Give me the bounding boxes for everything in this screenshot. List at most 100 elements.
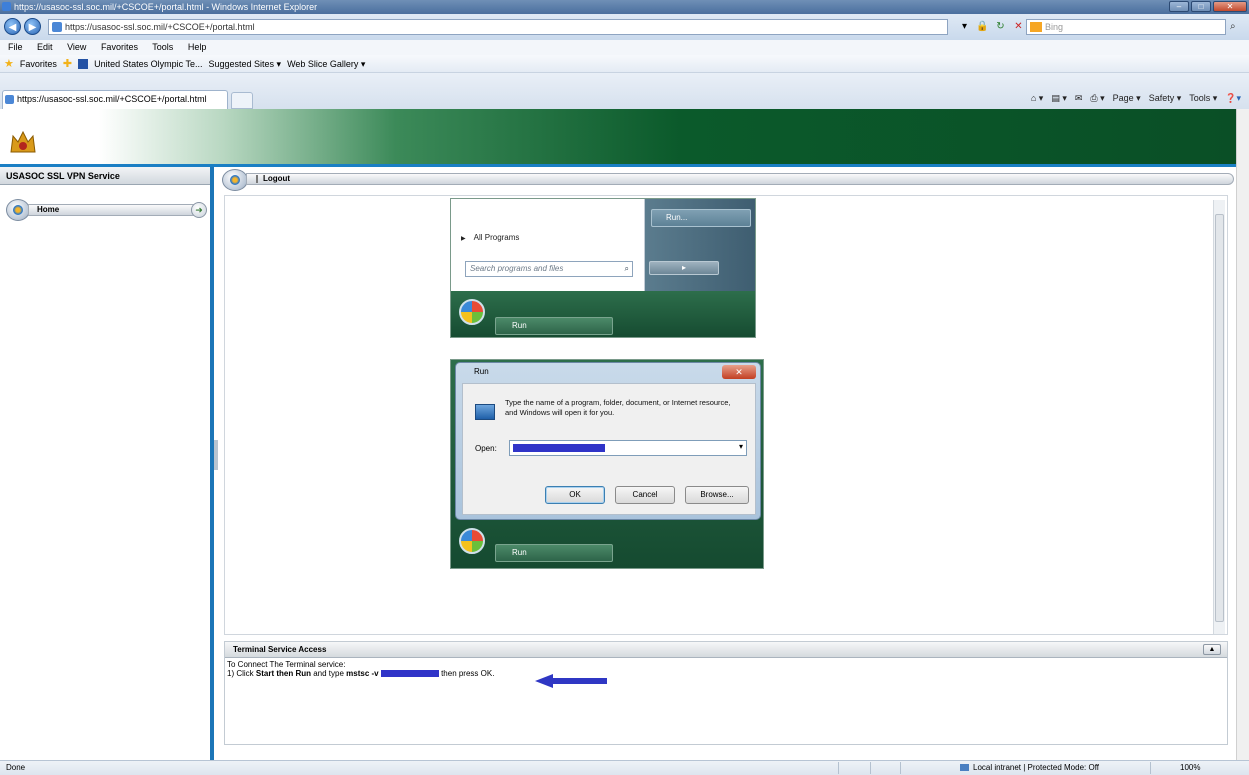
content-frame: Run... ▸ All Programs Search programs an… [224,195,1228,635]
content-scrollbar[interactable] [1213,200,1225,634]
taskbar-run-button-image: Run [495,317,613,335]
run-dialog-screenshot: Run ✕ Type the name of a program, folder… [450,359,764,569]
content-scrollbar-thumb[interactable] [1215,214,1224,622]
safety-menu[interactable]: Safety ▾ [1149,93,1182,104]
instruction-line-2: 1) Click Start then Run and type mstsc -… [227,669,1225,678]
instruction-prefix: 1) Click [227,669,256,678]
page-icon [52,22,62,32]
home-icon[interactable]: ⌂ ▾ [1031,93,1043,104]
search-icon[interactable]: ⌕ [1230,21,1236,32]
start-search-box: Search programs and files ⌕ [465,261,633,277]
logout-button[interactable]: Logout [246,173,1234,185]
run-dialog-title: Run [474,367,489,376]
status-text: Done [6,763,26,772]
page-scrollbar[interactable] [1236,109,1249,760]
run-dialog-description: Type the name of a program, folder, docu… [505,398,731,417]
start-menu-left-pane [451,199,645,291]
logout-orb-icon [222,169,248,191]
menu-tools[interactable]: Tools [152,42,173,52]
instruction-mid: and type [311,669,347,678]
menu-help[interactable]: Help [188,42,207,52]
address-tools: ▾ 🔒 ↻ ✕ [958,20,1025,33]
fav-suggested-sites[interactable]: Suggested Sites ▾ [209,55,282,73]
window-titlebar: https://usasoc-ssl.soc.mil/+CSCOE+/porta… [0,0,1249,14]
tab-bar: https://usasoc-ssl.soc.mil/+CSCOE+/porta… [0,73,1249,109]
back-button[interactable]: ◀ [4,18,21,35]
tab-label: https://usasoc-ssl.soc.mil/+CSCOE+/porta… [17,94,207,104]
sidebar-header: USASOC SSL VPN Service [0,167,210,185]
run-dialog-close-icon: ✕ [722,365,756,379]
favorites-bar: ★ Favorites ✚ United States Olympic Te..… [0,55,1249,73]
help-icon[interactable]: ❓▾ [1225,93,1241,104]
windows-start-orb-icon [459,528,485,554]
fav-olympic[interactable]: United States Olympic Te... [94,55,202,73]
menu-file[interactable]: File [8,42,23,52]
zoom-level[interactable]: 100% [1180,761,1200,775]
mail-icon[interactable]: ✉ [1075,93,1083,104]
instruction-command: mstsc -v [346,669,379,678]
terminal-service-panel: Terminal Service Access ▲ To Connect The… [224,641,1228,745]
redacted-text [380,670,439,678]
refresh-icon[interactable]: ↻ [994,20,1007,33]
minimize-button[interactable]: – [1169,1,1189,12]
chevron-down-icon: ▾ [738,442,743,451]
fav-web-slice-gallery[interactable]: Web Slice Gallery ▾ [287,55,365,73]
usasoc-crest-logo [10,130,36,153]
run-dialog-body: Type the name of a program, folder, docu… [462,383,756,515]
browse-button-image: Browse... [685,486,749,504]
dropdown-icon[interactable]: ▾ [958,20,971,33]
olympic-site-icon [78,58,89,69]
shutdown-button-image: ▸ [649,261,719,275]
url-input[interactable]: https://usasoc-ssl.soc.mil/+CSCOE+/porta… [48,19,948,35]
terminal-service-body: To Connect The Terminal service: 1) Clic… [225,658,1227,680]
instruction-start-run: Start then Run [255,669,311,678]
security-zone[interactable]: Local intranet | Protected Mode: Off [960,761,1099,775]
lock-icon[interactable]: 🔒 [976,20,989,33]
add-favorite-icon[interactable]: ✚ [63,55,72,73]
menu-edit[interactable]: Edit [37,42,53,52]
menu-favorites[interactable]: Favorites [101,42,138,52]
favorites-star-icon: ★ [4,57,14,70]
home-orb-icon [6,199,30,221]
separator-icon [256,175,258,183]
menu-bar: File Edit View Favorites Tools Help [0,40,1249,55]
menu-view[interactable]: View [67,42,86,52]
url-text: https://usasoc-ssl.soc.mil/+CSCOE+/porta… [65,22,255,32]
sidebar: USASOC SSL VPN Service Home ➜ [0,167,214,760]
favorites-button[interactable]: Favorites [20,55,57,73]
run-menu-item: Run... [651,209,751,227]
open-label: Open: [475,444,497,453]
status-divider [1150,762,1151,774]
forward-button[interactable]: ▶ [24,18,41,35]
search-icon: ⌕ [624,264,629,273]
sidebar-item-home[interactable]: Home ➜ [6,199,210,221]
status-bar: Done Local intranet | Protected Mode: Of… [0,760,1249,775]
new-tab-button[interactable] [231,92,253,109]
window-title: https://usasoc-ssl.soc.mil/+CSCOE+/porta… [14,2,318,12]
go-arrow-icon[interactable]: ➜ [191,202,207,218]
page-menu[interactable]: Page ▾ [1113,93,1141,104]
status-divider [870,762,871,774]
terminal-service-title: Terminal Service Access [233,645,327,654]
logout-row: Logout [222,169,1236,191]
address-bar: ◀ ▶ https://usasoc-ssl.soc.mil/+CSCOE+/p… [0,14,1249,40]
all-programs-item: All Programs [461,233,520,242]
search-placeholder: Bing [1045,22,1064,32]
close-button[interactable]: ✕ [1213,1,1247,12]
search-input[interactable]: Bing [1026,19,1226,35]
open-field-image: ▾ [509,440,747,456]
status-divider [900,762,901,774]
tab-portal[interactable]: https://usasoc-ssl.soc.mil/+CSCOE+/porta… [2,90,228,109]
tab-page-icon [5,95,14,104]
stop-icon[interactable]: ✕ [1012,20,1025,33]
taskbar-run-button-image: Run [495,544,613,562]
feeds-icon[interactable]: ▤ ▾ [1051,93,1067,104]
windows-start-orb-icon [459,299,485,325]
redacted-text [513,444,605,452]
left-arrow-icon [535,674,607,688]
collapse-button[interactable]: ▲ [1203,644,1221,655]
ok-button-image: OK [545,486,605,504]
tools-menu[interactable]: Tools ▾ [1189,93,1217,104]
maximize-button[interactable]: □ [1191,1,1211,12]
print-icon[interactable]: ⎙ ▾ [1090,93,1104,104]
